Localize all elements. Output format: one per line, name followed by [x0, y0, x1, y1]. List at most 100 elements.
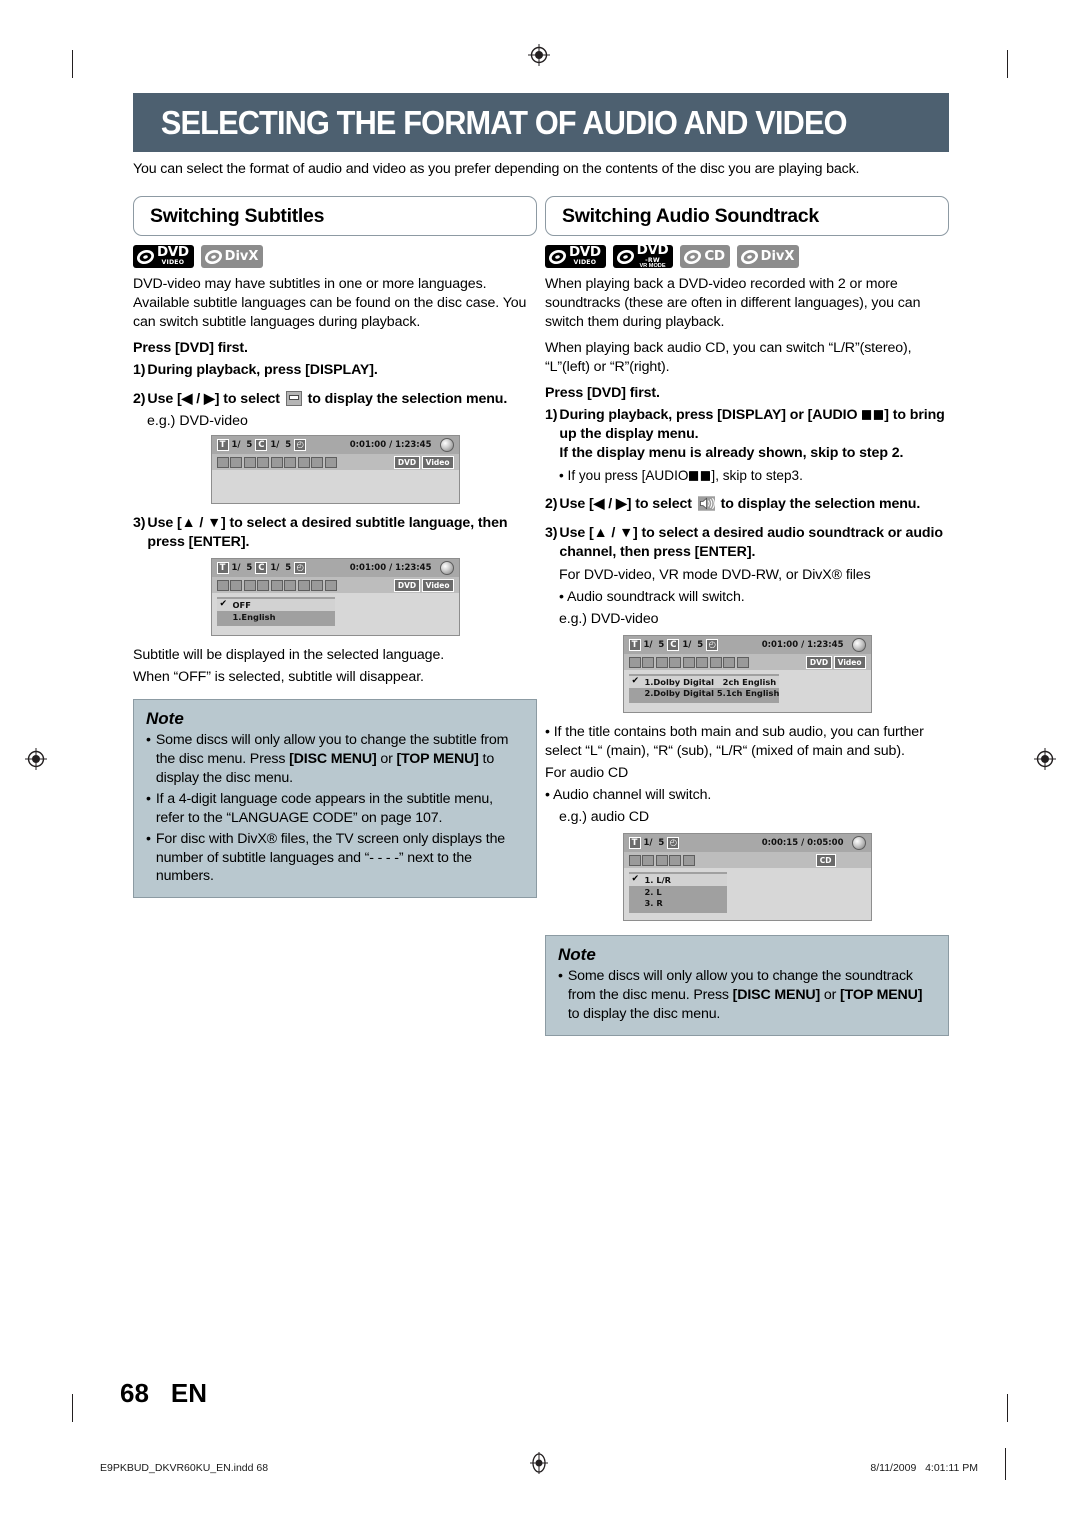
- crop-mark-top-right: [1007, 50, 1008, 78]
- zoom-icon: [723, 656, 735, 668]
- right-example-label-dvd: e.g.) DVD-video: [559, 611, 659, 628]
- step-text: During playback, press [DISPLAY].: [147, 362, 378, 379]
- step-number: 1): [545, 407, 558, 424]
- badge-sub-text: VIDEO: [573, 259, 597, 267]
- subtitle-icon: [243, 579, 256, 591]
- title-value: 1/ 5: [231, 563, 253, 574]
- disc-type-tag: DVD: [393, 578, 421, 592]
- note-title: Note: [558, 945, 596, 965]
- chapter-indicator: C: [255, 562, 268, 575]
- menu-item-soundtrack[interactable]: 2.Dolby Digital 5.1ch English: [629, 688, 780, 700]
- disc-icon: [136, 249, 155, 264]
- note-text: If a 4-digit language code appears in th…: [155, 790, 493, 826]
- footer-rule-right: [1005, 1448, 1006, 1480]
- subtitle-language-menu[interactable]: OFF 1.English: [216, 597, 335, 626]
- note-list-item: • Some discs will only allow you to chan…: [146, 731, 524, 788]
- audio-icon: [642, 656, 654, 668]
- dvd-rw-vr-mode-logo: DVD -RW VR MODE: [612, 241, 674, 268]
- menu-item-soundtrack[interactable]: 1.Dolby Digital 2ch English: [628, 676, 779, 688]
- menu-item-subtitle[interactable]: 1.English: [217, 611, 335, 623]
- audio-channel-menu[interactable]: 1. L/R 2. L 3. R: [628, 872, 727, 913]
- clock-icon: ◴: [294, 439, 307, 452]
- elapsed-total-time: 0:01:00 / 1:23:45: [349, 563, 432, 574]
- right-press-dvd-first: Press [DVD] first.: [545, 385, 660, 402]
- bullet-icon: •: [559, 589, 564, 606]
- disc-spin-icon: [851, 836, 866, 851]
- marker-icon: [696, 656, 708, 668]
- title-indicator: T: [628, 837, 641, 850]
- format-tag: Video: [421, 455, 454, 469]
- crop-mark-top-left: [72, 50, 73, 78]
- format-tag: Video: [833, 655, 866, 669]
- disc-type-tag: DVD: [805, 655, 833, 669]
- step-text: Use [▲ / ▼] to select a desired audio so…: [559, 524, 943, 561]
- bullet-icon: •: [558, 968, 563, 985]
- step-text: Use [◀ / ▶] to select to display the sel…: [147, 390, 537, 409]
- title-indicator: T: [216, 562, 229, 575]
- clock-icon: ◴: [667, 837, 680, 850]
- left-arrow-icon: ◀: [593, 495, 605, 512]
- note-text: For disc with DivX® files, the TV screen…: [155, 830, 506, 885]
- title-value: 1/ 5: [231, 440, 253, 451]
- repeat-icon: [655, 854, 668, 866]
- chapter-value: 1/ 5: [270, 440, 292, 451]
- right-arrow-icon: ▶: [203, 391, 215, 408]
- menu-item-channel[interactable]: 2. L: [629, 886, 727, 898]
- step2-suffix: to display the selection menu.: [307, 391, 508, 408]
- left-arrow-icon: ◀: [181, 391, 193, 408]
- bullet-text: Audio soundtrack will switch.: [566, 589, 745, 606]
- right-step-1-bullet: • If you press [AUDIO ], skip to step3.: [559, 467, 949, 485]
- right-arrow-icon: ▶: [615, 495, 627, 512]
- surround-icon: [736, 656, 749, 668]
- step-number: 2): [545, 495, 558, 512]
- left-step-1: 1) During playback, press [DISPLAY].: [133, 361, 537, 380]
- step-text: During playback, press [DISPLAY] or [AUD…: [559, 406, 949, 463]
- disc-icon: [616, 249, 634, 264]
- note-list-item: • If a 4-digit language code appears in …: [146, 790, 524, 828]
- audio-icon: [642, 854, 654, 866]
- step2-prefix: Use [: [559, 495, 594, 512]
- clock-icon: ◴: [294, 562, 307, 575]
- title-indicator: T: [216, 439, 229, 452]
- crop-mark-bottom-right: [1007, 1394, 1008, 1422]
- cd-logo: CD: [680, 245, 730, 268]
- left-intro-paragraph: DVD-video may have subtitles in one or m…: [133, 276, 527, 331]
- step2-sep: /: [192, 391, 204, 408]
- badge-main-text: DVD: [636, 241, 669, 258]
- right-intro-paragraph-2: When playing back audio CD, you can swit…: [545, 340, 912, 376]
- audio-soundtrack-menu[interactable]: 1.Dolby Digital 2ch English 2.Dolby Digi…: [628, 674, 780, 703]
- bullet-prefix: If you press [AUDIO: [567, 468, 689, 484]
- right-bullet-main-sub: • If the title contains both main and su…: [545, 723, 949, 761]
- page-title-banner: SELECTING THE FORMAT OF AUDIO AND VIDEO: [133, 93, 949, 152]
- bullet-icon: •: [545, 724, 550, 741]
- step-number: 3): [545, 524, 558, 541]
- right-example-label-cd: e.g.) audio CD: [559, 809, 650, 826]
- step-text: Use [◀ / ▶] to select to display the sel…: [559, 495, 949, 514]
- search-icon: [628, 854, 641, 866]
- right-note-box: Note • Some discs will only allow you to…: [545, 935, 949, 1036]
- title-value: 1/ 5: [643, 838, 665, 849]
- menu-item-subtitle[interactable]: OFF: [216, 599, 335, 612]
- bullet-icon: •: [146, 790, 151, 807]
- page-number-block: 68 EN: [120, 1378, 207, 1409]
- language-code: EN: [170, 1378, 208, 1408]
- menu-item-channel[interactable]: 1. L/R: [628, 874, 727, 887]
- noise-reduction-icon: [709, 656, 722, 668]
- registration-mark-left: [25, 748, 47, 770]
- footer-file-name: E9PKBUD_DKVR60KU_EN.indd 68: [100, 1462, 269, 1474]
- osd-row-primary: T 1/ 5 ◴ 0:00:15 / 0:05:00: [623, 834, 871, 853]
- crop-mark-bottom-left: [72, 1394, 73, 1422]
- angle-icon: [669, 656, 681, 668]
- chapter-value: 1/ 5: [270, 563, 292, 574]
- osd-row-icons: DVD Video: [211, 454, 459, 471]
- menu-item-channel[interactable]: 3. R: [629, 898, 727, 910]
- badge-main-text: CD: [704, 247, 725, 264]
- registration-mark-bottom: [528, 1452, 550, 1474]
- zoom-icon: [311, 579, 323, 591]
- section-title-text: Switching Subtitles: [150, 204, 325, 227]
- badge-main-text: DivX: [224, 249, 259, 264]
- search-icon: [216, 456, 229, 468]
- left-after-text-2: When “OFF” is selected, subtitle will di…: [133, 669, 424, 686]
- section-heading-switching-audio-soundtrack: Switching Audio Soundtrack: [545, 196, 949, 236]
- title-indicator: T: [628, 639, 641, 652]
